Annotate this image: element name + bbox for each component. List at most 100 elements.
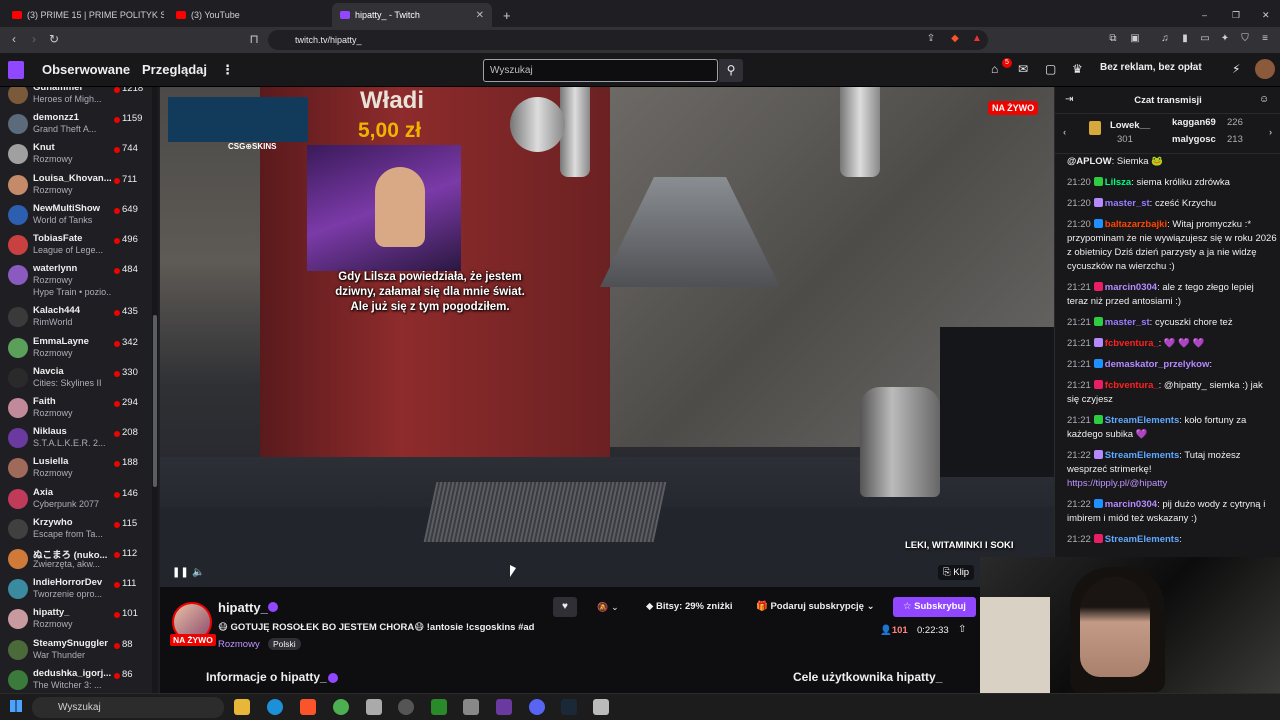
chevron-right-icon[interactable]: › xyxy=(1269,127,1272,138)
gift-sub-button[interactable]: 🎁 Podaruj subskrypcję ⌄ xyxy=(750,597,881,617)
leo-icon[interactable]: ✦ xyxy=(1218,33,1232,44)
sidebar-scroll-thumb[interactable] xyxy=(153,315,157,487)
chat-username[interactable]: baltazarzbajki xyxy=(1105,219,1167,230)
extensions-icon[interactable]: ⧉ xyxy=(1106,33,1120,44)
community-icon[interactable]: ☺ xyxy=(1259,94,1269,105)
video-player[interactable]: CSG⊕SKINS Władi 5,00 zł Gdy Lilsza powie… xyxy=(160,87,1054,587)
leader-name[interactable]: kaggan69 xyxy=(1172,117,1216,128)
taskbar-search[interactable]: Wyszukaj xyxy=(32,697,224,718)
sidebar-channel[interactable]: Lusiella Rozmowy 188 xyxy=(0,453,152,483)
chat-username[interactable]: @APLOW xyxy=(1067,156,1112,167)
chat-username[interactable]: fcbventura_ xyxy=(1105,380,1159,391)
back-icon[interactable]: ‹ xyxy=(6,32,22,46)
app-icon[interactable] xyxy=(593,699,609,715)
category-link[interactable]: Rozmowy xyxy=(218,639,260,650)
sidebar-channel[interactable]: EmmaLayne Rozmowy 342 xyxy=(0,333,152,363)
file-explorer-icon[interactable] xyxy=(234,699,250,715)
inbox-icon[interactable]: ✉ xyxy=(1018,62,1028,76)
sidebar-channel[interactable]: Axia Cyberpunk 2077 146 xyxy=(0,484,152,514)
rewards-icon[interactable]: ▲ xyxy=(970,33,984,44)
tab-youtube[interactable]: (3) YouTube xyxy=(168,3,328,27)
no-ads-button[interactable]: Bez reklam, bez opłat xyxy=(1100,62,1202,73)
chat-username[interactable]: master_st xyxy=(1105,317,1150,328)
sidebar-channel[interactable]: Navcia Cities: Skylines II 330 xyxy=(0,363,152,393)
sidebar-channel[interactable]: NewMultiShow World of Tanks 649 xyxy=(0,200,152,230)
bits-button[interactable]: ◆ Bitsy: 29% zniżki xyxy=(640,597,739,617)
sidebar-channel[interactable]: Gunammer Heroes of Migh... 1218 xyxy=(0,87,152,109)
sidebar-channel[interactable]: Louisa_Khovan... Rozmowy 711 xyxy=(0,170,152,200)
nav-following[interactable]: Obserwowane xyxy=(42,62,130,77)
reload-icon[interactable]: ↻ xyxy=(46,32,62,46)
crown-icon[interactable]: ♛ xyxy=(1072,62,1083,76)
app-icon[interactable] xyxy=(496,699,512,715)
close-tab-icon[interactable]: ✕ xyxy=(476,10,484,21)
pause-icon[interactable]: ❚❚ xyxy=(172,567,189,578)
leader-name[interactable]: malygosc xyxy=(1172,134,1216,145)
twitch-logo-icon[interactable] xyxy=(8,61,24,79)
chat-username[interactable]: demaskator_przelykow xyxy=(1105,359,1210,370)
app-icon[interactable] xyxy=(431,699,447,715)
follow-heart-icon[interactable]: ♥ xyxy=(553,597,577,617)
more-icon[interactable]: ⋮ xyxy=(221,62,234,78)
sidebar-channel[interactable]: IndieHorrorDev Tworzenie opro... 111 xyxy=(0,574,152,604)
wallet-icon[interactable]: ▭ xyxy=(1198,33,1212,44)
url-bar[interactable]: twitch.tv/hipatty_ xyxy=(268,30,988,50)
sidebar-toggle-icon[interactable]: ▮ xyxy=(1178,33,1192,44)
obs-icon[interactable] xyxy=(398,699,414,715)
tab-prime[interactable]: (3) PRIME 15 | PRIME POLITYK SH xyxy=(4,3,164,27)
chat-username[interactable]: Lilsza xyxy=(1105,177,1131,188)
chat-link[interactable]: https://tipply.pl/@hipatty xyxy=(1067,478,1167,489)
chat-username[interactable]: master_st xyxy=(1105,198,1150,209)
sidebar-channel[interactable]: Faith Rozmowy 294 xyxy=(0,393,152,423)
tab-twitch[interactable]: hipatty_ - Twitch ✕ xyxy=(332,3,492,27)
new-tab-button[interactable]: + xyxy=(495,3,515,27)
sidebar-channel[interactable]: SteamySnuggler War Thunder 88 xyxy=(0,635,152,665)
nav-browse[interactable]: Przeglądaj xyxy=(142,62,207,77)
chat-username[interactable]: StreamElements xyxy=(1105,534,1179,545)
prime-loot-icon[interactable]: ⌂ xyxy=(991,62,998,76)
windows-start-icon[interactable] xyxy=(10,700,22,712)
brave-shield-icon[interactable]: ◆ xyxy=(948,33,962,44)
sidebar-channel[interactable]: Krzywho Escape from Ta... 115 xyxy=(0,514,152,544)
edge-icon[interactable] xyxy=(267,699,283,715)
sidebar-channel[interactable]: hipatty_ Rozmowy 101 xyxy=(0,604,152,634)
subscribe-button[interactable]: ☆ Subskrybuj xyxy=(893,597,976,617)
language-tag[interactable]: Polski xyxy=(268,638,301,650)
share-icon[interactable]: ⇧ xyxy=(958,624,966,635)
bookmark-icon[interactable]: ⊓ xyxy=(246,32,262,46)
search-icon[interactable]: ⚲ xyxy=(719,59,743,82)
screenshot-icon[interactable]: ▣ xyxy=(1128,33,1142,44)
sidebar-channel[interactable]: Knut Rozmowy 744 xyxy=(0,139,152,169)
volume-icon[interactable]: 🔈 xyxy=(192,567,204,578)
whispers-icon[interactable]: ▢ xyxy=(1045,62,1056,76)
discord-icon[interactable] xyxy=(529,699,545,715)
search-input[interactable]: Wyszukaj xyxy=(483,59,718,82)
user-avatar[interactable] xyxy=(1255,59,1275,79)
sidebar-channel[interactable]: demonzz1 Grand Theft A... 1159 xyxy=(0,109,152,139)
chat-username[interactable]: marcin0304 xyxy=(1105,282,1157,293)
sidebar-channel[interactable]: TobiasFate League of Lege... 496 xyxy=(0,230,152,260)
brave-icon[interactable] xyxy=(300,699,316,715)
minimize-icon[interactable]: – xyxy=(1194,3,1212,27)
media-icon[interactable]: ♫ xyxy=(1158,33,1172,44)
forward-icon[interactable]: › xyxy=(26,32,42,46)
chat-username[interactable]: fcbventura_ xyxy=(1105,338,1159,349)
close-window-icon[interactable]: ✕ xyxy=(1254,3,1272,27)
turbo-icon[interactable]: ⚡ xyxy=(1232,62,1240,76)
leader-name[interactable]: Lowek__ xyxy=(1110,120,1150,131)
share-icon[interactable]: ⇪ xyxy=(924,33,938,44)
menu-icon[interactable]: ≡ xyxy=(1258,33,1272,44)
chat-username[interactable]: StreamElements xyxy=(1105,415,1179,426)
sidebar-channel[interactable]: waterlynn Rozmowy 484 Hype Train • pozio... xyxy=(0,260,152,300)
vpn-icon[interactable]: ⛉ xyxy=(1238,33,1252,44)
channel-name[interactable]: hipatty_ xyxy=(218,600,268,615)
app-icon[interactable] xyxy=(366,699,382,715)
sidebar-channel[interactable]: Kalach444 RimWorld 435 xyxy=(0,302,152,332)
sidebar-channel[interactable]: Niklaus S.T.A.L.K.E.R. 2... 208 xyxy=(0,423,152,453)
chat-username[interactable]: StreamElements xyxy=(1105,450,1179,461)
chat-username[interactable]: marcin0304 xyxy=(1105,499,1157,510)
clip-button[interactable]: ⎘ Klip xyxy=(938,565,975,580)
restore-icon[interactable]: ❐ xyxy=(1224,3,1242,27)
chevron-left-icon[interactable]: ‹ xyxy=(1063,127,1066,138)
chrome-icon[interactable] xyxy=(333,699,349,715)
